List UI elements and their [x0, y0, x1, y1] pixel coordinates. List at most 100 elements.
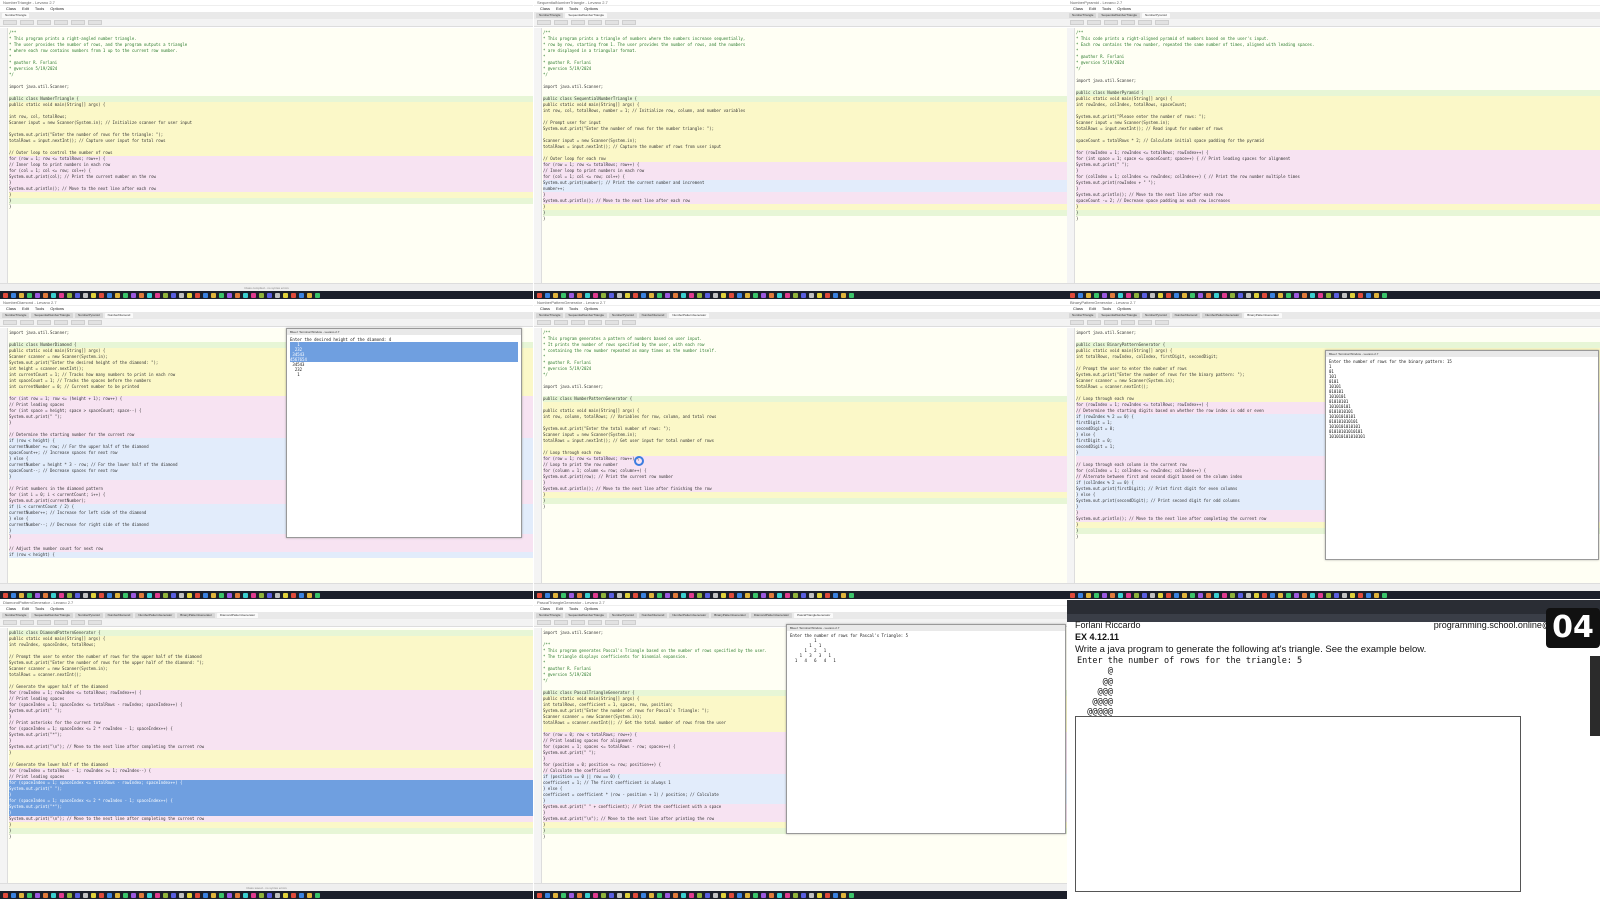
editor-tab[interactable]: SequentialNumberTriangle: [565, 613, 607, 618]
taskbar-app-icon[interactable]: [131, 592, 136, 598]
taskbar-app-icon[interactable]: [1334, 592, 1339, 598]
taskbar-app-icon[interactable]: [43, 892, 48, 898]
taskbar-app-icon[interactable]: [609, 292, 614, 298]
taskbar-app-icon[interactable]: [67, 292, 72, 298]
taskbar-app-icon[interactable]: [793, 892, 798, 898]
taskbar-app-icon[interactable]: [745, 292, 750, 298]
answer-box[interactable]: [1075, 716, 1521, 892]
taskbar-app-icon[interactable]: [75, 892, 80, 898]
toolbar-button[interactable]: [622, 20, 636, 25]
taskbar-app-icon[interactable]: [203, 892, 208, 898]
taskbar-app-icon[interactable]: [569, 592, 574, 598]
taskbar-app-icon[interactable]: [59, 592, 64, 598]
taskbar-app-icon[interactable]: [1230, 592, 1235, 598]
taskbar-app-icon[interactable]: [1126, 292, 1131, 298]
toolbar-button[interactable]: [554, 320, 568, 325]
toolbar-button[interactable]: [71, 20, 85, 25]
editor-tab[interactable]: NumberPyramid: [74, 613, 103, 618]
taskbar-app-icon[interactable]: [1270, 592, 1275, 598]
taskbar-app-icon[interactable]: [777, 592, 782, 598]
editor-tab[interactable]: DiamondPatternGenerator: [216, 613, 259, 618]
taskbar-app-icon[interactable]: [3, 592, 8, 598]
taskbar-app-icon[interactable]: [315, 892, 320, 898]
editor-tab[interactable]: BinaryPatternGenerator: [177, 613, 215, 618]
taskbar-app-icon[interactable]: [697, 292, 702, 298]
browser-tab-strip[interactable]: [1067, 600, 1600, 614]
editor-tab[interactable]: NumberDiamond: [638, 613, 668, 618]
taskbar-app-icon[interactable]: [19, 892, 24, 898]
code-editor[interactable]: /** * This program generates a pattern o…: [534, 328, 1067, 583]
taskbar-app-icon[interactable]: [561, 892, 566, 898]
toolbar-button[interactable]: [1070, 20, 1084, 25]
menu-item-options[interactable]: Options: [50, 306, 64, 312]
taskbar-app-icon[interactable]: [809, 292, 814, 298]
taskbar-app-icon[interactable]: [195, 892, 200, 898]
taskbar-app-icon[interactable]: [195, 592, 200, 598]
taskbar-app-icon[interactable]: [705, 892, 710, 898]
taskbar-app-icon[interactable]: [849, 892, 854, 898]
taskbar-app-icon[interactable]: [801, 592, 806, 598]
toolbar-button[interactable]: [54, 620, 68, 625]
menu-item-class[interactable]: Class: [6, 306, 16, 312]
taskbar-app-icon[interactable]: [713, 892, 718, 898]
taskbar-app-icon[interactable]: [641, 592, 646, 598]
taskbar-app-icon[interactable]: [1174, 592, 1179, 598]
taskbar-app-icon[interactable]: [729, 892, 734, 898]
toolbar-button[interactable]: [88, 620, 102, 625]
taskbar-app-icon[interactable]: [211, 892, 216, 898]
taskbar-app-icon[interactable]: [155, 592, 160, 598]
taskbar-app-icon[interactable]: [609, 592, 614, 598]
taskbar-app-icon[interactable]: [681, 592, 686, 598]
taskbar-app-icon[interactable]: [545, 592, 550, 598]
toolbar-button[interactable]: [1121, 20, 1135, 25]
taskbar-app-icon[interactable]: [27, 292, 32, 298]
taskbar-app-icon[interactable]: [51, 292, 56, 298]
taskbar-app-icon[interactable]: [3, 292, 8, 298]
taskbar-app-icon[interactable]: [1214, 592, 1219, 598]
taskbar-app-icon[interactable]: [657, 292, 662, 298]
taskbar-app-icon[interactable]: [59, 892, 64, 898]
taskbar-app-icon[interactable]: [35, 892, 40, 898]
taskbar-app-icon[interactable]: [625, 292, 630, 298]
taskbar-app-icon[interactable]: [753, 592, 758, 598]
taskbar-app-icon[interactable]: [745, 892, 750, 898]
taskbar-app-icon[interactable]: [171, 892, 176, 898]
taskbar-app-icon[interactable]: [35, 292, 40, 298]
taskbar-app-icon[interactable]: [115, 592, 120, 598]
taskbar-app-icon[interactable]: [737, 292, 742, 298]
taskbar-app-icon[interactable]: [1262, 292, 1267, 298]
toolbar-button[interactable]: [588, 320, 602, 325]
editor-tab[interactable]: BinaryPatternGenerator: [1244, 313, 1282, 318]
taskbar-app-icon[interactable]: [123, 292, 128, 298]
taskbar-app-icon[interactable]: [315, 292, 320, 298]
taskbar-app-icon[interactable]: [83, 592, 88, 598]
taskbar-app-icon[interactable]: [817, 292, 822, 298]
menu-item-tools[interactable]: Tools: [35, 306, 44, 312]
editor-tab[interactable]: SequentialNumberTriangle: [565, 13, 607, 18]
taskbar-app-icon[interactable]: [1198, 592, 1203, 598]
taskbar-app-icon[interactable]: [665, 592, 670, 598]
taskbar-app-icon[interactable]: [833, 592, 838, 598]
taskbar-app-icon[interactable]: [1158, 592, 1163, 598]
editor-tab[interactable]: NumberPatternGenerator: [1202, 313, 1243, 318]
taskbar-app-icon[interactable]: [769, 592, 774, 598]
taskbar-app-icon[interactable]: [171, 592, 176, 598]
taskbar-app-icon[interactable]: [545, 892, 550, 898]
taskbar-app-icon[interactable]: [1342, 592, 1347, 598]
taskbar-app-icon[interactable]: [665, 292, 670, 298]
toolbar-button[interactable]: [37, 320, 51, 325]
taskbar-app-icon[interactable]: [809, 592, 814, 598]
taskbar-app-icon[interactable]: [83, 892, 88, 898]
menu-item-options[interactable]: Options: [1117, 306, 1131, 312]
taskbar-app-icon[interactable]: [11, 892, 16, 898]
taskbar-app-icon[interactable]: [745, 592, 750, 598]
taskbar-app-icon[interactable]: [673, 892, 678, 898]
taskbar-app-icon[interactable]: [1198, 292, 1203, 298]
taskbar-app-icon[interactable]: [147, 292, 152, 298]
toolbar-button[interactable]: [3, 620, 17, 625]
taskbar-app-icon[interactable]: [577, 592, 582, 598]
menu-item-class[interactable]: Class: [6, 606, 16, 612]
taskbar-app-icon[interactable]: [553, 292, 558, 298]
taskbar-app-icon[interactable]: [817, 592, 822, 598]
taskbar-app-icon[interactable]: [227, 592, 232, 598]
